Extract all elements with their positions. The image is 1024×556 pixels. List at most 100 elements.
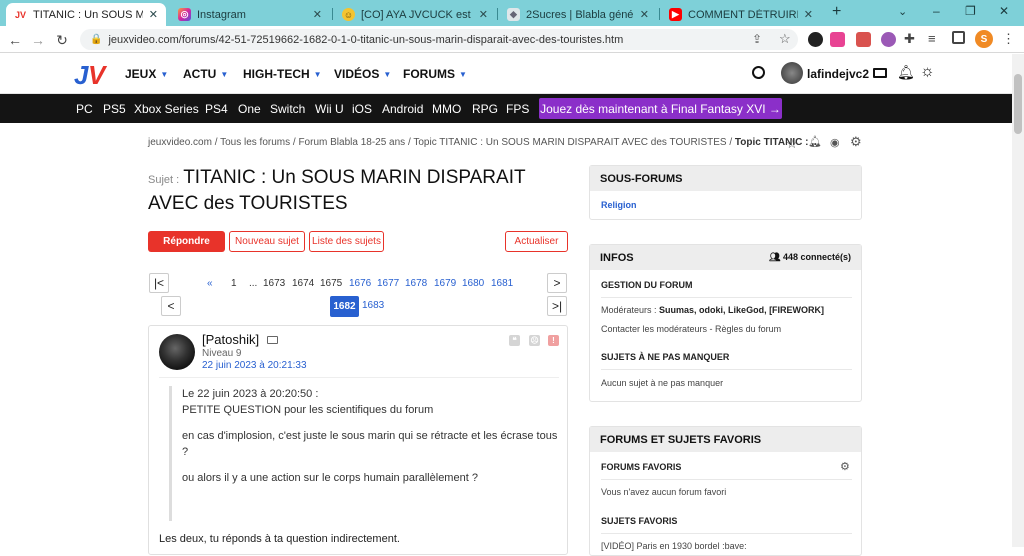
forward-arrow-icon[interactable]: →: [29, 31, 47, 49]
media-control-icon[interactable]: ≡: [928, 31, 936, 46]
breadcrumb-all-forums[interactable]: Tous les forums: [220, 137, 290, 148]
page-link[interactable]: 1680: [462, 278, 484, 289]
page-link[interactable]: 1674: [292, 278, 314, 289]
page-link[interactable]: 1677: [377, 278, 399, 289]
close-tab-icon[interactable]: ✕: [313, 8, 322, 21]
subforum-religion-link[interactable]: Religion: [601, 200, 637, 210]
bookmark-star-icon[interactable]: ☆: [779, 31, 791, 47]
close-tab-icon[interactable]: ✕: [149, 8, 158, 21]
settings-gear-icon[interactable]: ⚙: [850, 134, 862, 150]
search-icon[interactable]: [752, 66, 765, 79]
page-link-1[interactable]: 1: [231, 278, 237, 289]
minimize-button[interactable]: –: [933, 4, 940, 18]
theme-sun-icon[interactable]: ☼: [920, 63, 935, 81]
topic-list-button[interactable]: Liste des sujets: [309, 231, 384, 252]
tab-instagram[interactable]: ◎ Instagram ✕: [170, 3, 330, 26]
post-date[interactable]: 22 juin 2023 à 20:21:33: [202, 360, 307, 371]
menu-actu[interactable]: ACTU ▼: [183, 67, 228, 81]
refresh-button[interactable]: Actualiser: [505, 231, 568, 252]
back-arrow-icon[interactable]: ←: [6, 31, 24, 49]
new-topic-button[interactable]: Nouveau sujet: [229, 231, 305, 252]
address-bar[interactable]: 🔒 jeuxvideo.com/forums/42-51-72519662-16…: [80, 29, 798, 50]
jv-logo-j[interactable]: J: [74, 60, 88, 91]
page-link[interactable]: 1683: [362, 300, 384, 311]
share-icon[interactable]: ⇪: [752, 32, 762, 46]
profile-avatar[interactable]: S: [975, 30, 993, 48]
page-back-link[interactable]: «: [207, 278, 213, 289]
notification-bell-icon[interactable]: 🔔︎: [897, 64, 915, 81]
menu-jeux[interactable]: JEUX ▼: [125, 67, 168, 81]
page-link[interactable]: 1673: [263, 278, 285, 289]
first-page-button[interactable]: |<: [149, 273, 169, 293]
breadcrumb-forum[interactable]: Forum Blabla 18-25 ans: [298, 137, 405, 148]
user-avatar[interactable]: [781, 62, 803, 84]
page-link[interactable]: 1681: [491, 278, 513, 289]
kebab-menu-icon[interactable]: ⋮: [1002, 31, 1015, 47]
extension-2-icon[interactable]: [830, 32, 845, 47]
follow-bell-icon[interactable]: 🔔︎: [808, 135, 822, 148]
prev-page-button[interactable]: <: [161, 296, 181, 316]
close-tab-icon[interactable]: ✕: [640, 8, 649, 21]
extension-3-icon[interactable]: [856, 32, 871, 47]
author-avatar[interactable]: [159, 334, 195, 370]
author-name[interactable]: [Patoshik]: [202, 332, 259, 347]
nav-android[interactable]: Android: [382, 102, 423, 116]
close-tab-icon[interactable]: ✕: [804, 8, 813, 21]
browser-toolbar: ← → ↻ 🔒 jeuxvideo.com/forums/42-51-72519…: [0, 26, 1024, 53]
quote-icon[interactable]: ❝: [509, 335, 520, 346]
nav-rpg[interactable]: RPG: [472, 102, 498, 116]
moderators-list[interactable]: Suumas, odoki, LikeGod, [FIREWORK]: [659, 305, 824, 315]
last-page-button[interactable]: >|: [547, 296, 567, 316]
settings-gear-icon[interactable]: ⚙: [840, 460, 850, 473]
page-link[interactable]: 1679: [434, 278, 456, 289]
close-tab-icon[interactable]: ✕: [479, 8, 488, 21]
nav-ios[interactable]: iOS: [352, 102, 372, 116]
nav-wii-u[interactable]: Wii U: [315, 102, 344, 116]
reload-icon[interactable]: ↻: [53, 31, 71, 49]
menu-forums[interactable]: FORUMS ▼: [403, 67, 467, 81]
restore-button[interactable]: ❐: [965, 4, 976, 18]
favorite-topic-link[interactable]: [VIDÉO] Paris en 1930 bordel :bave:: [601, 541, 747, 551]
extensions-puzzle-icon[interactable]: ✚: [904, 31, 915, 47]
menu-high-tech[interactable]: HIGH-TECH ▼: [243, 67, 322, 81]
mail-icon[interactable]: [267, 336, 278, 344]
contact-moderators-link[interactable]: Contacter les modérateurs - Règles du fo…: [601, 324, 781, 334]
extension-4-icon[interactable]: [881, 32, 896, 47]
side-panel-icon[interactable]: [952, 31, 965, 44]
page-link[interactable]: 1676: [349, 278, 371, 289]
reply-button[interactable]: Répondre: [148, 231, 225, 252]
nav-fps[interactable]: FPS: [506, 102, 529, 116]
breadcrumb-topic[interactable]: Topic TITANIC : Un SOUS MARIN DISPARAIT …: [413, 137, 726, 148]
sujet-label: Sujet :: [148, 174, 180, 186]
next-page-button[interactable]: >: [547, 273, 567, 293]
tab-youtube[interactable]: ▶ COMMENT DÉTRUIRE UN TR ✕: [661, 3, 821, 26]
nav-pc[interactable]: PC: [76, 102, 93, 116]
page-link[interactable]: 1675: [320, 278, 342, 289]
nav-switch[interactable]: Switch: [270, 102, 305, 116]
promo-banner[interactable]: Jouez dès maintenant à Final Fantasy XVI…: [539, 98, 782, 119]
close-window-button[interactable]: ✕: [999, 4, 1009, 18]
tab-co-aya[interactable]: ☺ [CO] AYA JVCUCK est en train ✕: [334, 3, 496, 26]
tab-titanic[interactable]: JV TITANIC : Un SOUS MARIN DI ✕: [6, 3, 166, 26]
nav-ps5[interactable]: PS5: [103, 102, 126, 116]
jv-logo-v[interactable]: V: [88, 60, 105, 91]
mail-icon[interactable]: [873, 68, 887, 78]
nav-xbox-series[interactable]: Xbox Series: [134, 102, 199, 116]
blacklist-icon[interactable]: ☹: [529, 335, 540, 346]
favorite-star-icon[interactable]: ☆: [786, 136, 798, 152]
extension-1-icon[interactable]: [808, 32, 823, 47]
rss-icon[interactable]: ◉: [830, 136, 840, 149]
nav-one[interactable]: One: [238, 102, 261, 116]
page-scrollbar[interactable]: [1012, 54, 1024, 547]
tab-2sucres[interactable]: ◆ 2Sucres | Blabla général ✕: [499, 3, 657, 26]
menu-videos[interactable]: VIDÉOS ▼: [334, 67, 391, 81]
report-alert-icon[interactable]: !: [548, 335, 559, 346]
breadcrumb-home[interactable]: jeuxvideo.com: [148, 137, 212, 148]
tab-search-icon[interactable]: ⌄: [898, 5, 907, 18]
scrollbar-thumb[interactable]: [1014, 74, 1022, 134]
nav-mmo[interactable]: MMO: [432, 102, 461, 116]
nav-ps4[interactable]: PS4: [205, 102, 228, 116]
page-link[interactable]: 1678: [405, 278, 427, 289]
new-tab-button[interactable]: +: [832, 3, 841, 21]
username-label[interactable]: lafindejvc2: [807, 67, 869, 81]
